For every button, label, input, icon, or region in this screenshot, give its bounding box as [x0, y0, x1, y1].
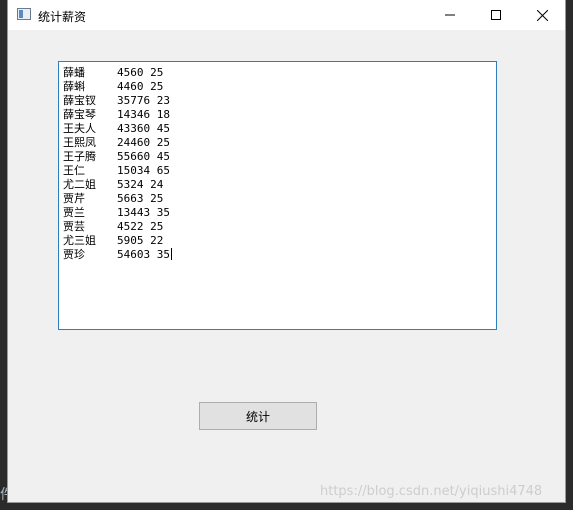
text-line: 王熙凤 24460 25 [63, 136, 492, 150]
employee-salary: 54603 [117, 248, 151, 261]
text-line: 薛蝌 4460 25 [63, 80, 492, 94]
minimize-icon [445, 14, 455, 16]
employee-age: 25 [150, 80, 164, 93]
employee-age: 35 [156, 248, 170, 261]
employee-salary: 15034 [117, 164, 151, 177]
background-editor-strip [0, 0, 8, 510]
text-line: 贾珍 54603 35 [63, 248, 492, 262]
employee-name: 薛蝌 [63, 80, 85, 93]
text-caret [171, 248, 172, 260]
employee-salary: 24460 [117, 136, 151, 149]
app-window-icon [17, 8, 31, 20]
text-line: 贾芹 5663 25 [63, 192, 492, 206]
employee-age: 25 [150, 66, 164, 79]
text-line: 王仁 15034 65 [63, 164, 492, 178]
text-line: 薛宝钗 35776 23 [63, 94, 492, 108]
text-line: 尤二姐 5324 24 [63, 178, 492, 192]
employee-name: 王夫人 [63, 122, 96, 135]
minimize-button[interactable] [427, 0, 473, 30]
title-bar[interactable]: 统计薪资 [8, 0, 565, 30]
employee-salary: 5905 [117, 234, 144, 247]
employee-age: 25 [150, 192, 164, 205]
background-editor-bottom [0, 502, 573, 510]
employee-salary: 5324 [117, 178, 144, 191]
text-line: 王夫人 43360 45 [63, 122, 492, 136]
employee-salary: 4560 [117, 66, 144, 79]
employee-age: 22 [150, 234, 164, 247]
employee-age: 35 [156, 206, 170, 219]
employee-name: 薛宝钗 [63, 94, 96, 107]
maximize-button[interactable] [473, 0, 519, 30]
maximize-icon [491, 10, 501, 20]
window-title: 统计薪资 [38, 10, 87, 24]
text-line: 贾兰 13443 35 [63, 206, 492, 220]
employee-salary: 35776 [117, 94, 151, 107]
employee-salary: 4522 [117, 220, 144, 233]
text-line: 薛宝琴 14346 18 [63, 108, 492, 122]
employee-age: 25 [156, 136, 170, 149]
employee-salary: 5663 [117, 192, 144, 205]
employee-age: 25 [150, 220, 164, 233]
employee-name: 王子腾 [63, 150, 96, 163]
statistics-button[interactable]: 统计 [199, 402, 317, 430]
employee-name: 薛蟠 [63, 66, 85, 79]
employee-name: 薛宝琴 [63, 108, 96, 121]
employee-name: 王仁 [63, 164, 85, 177]
close-icon [536, 9, 548, 21]
employee-name: 贾芸 [63, 220, 85, 233]
employee-name: 尤二姐 [63, 178, 96, 191]
text-line: 薛蟠 4560 25 [63, 66, 492, 80]
text-line: 尤三姐 5905 22 [63, 234, 492, 248]
employee-salary: 43360 [117, 122, 151, 135]
employee-age: 18 [156, 108, 170, 121]
employee-age: 65 [156, 164, 170, 177]
text-line: 贾芸 4522 25 [63, 220, 492, 234]
salary-text-editor[interactable]: 薛蟠 4560 25 薛蝌 4460 25 薛宝钗 35776 23 薛宝琴 14346 18… [58, 61, 497, 330]
employee-salary: 4460 [117, 80, 144, 93]
employee-age: 45 [156, 122, 170, 135]
employee-salary: 55660 [117, 150, 151, 163]
employee-name: 王熙凤 [63, 136, 96, 149]
close-button[interactable] [519, 0, 565, 30]
employee-age: 45 [156, 150, 170, 163]
employee-salary: 14346 [117, 108, 151, 121]
employee-name: 贾兰 [63, 206, 85, 219]
salary-window: 统计薪资 薛蟠 4560 25 薛蝌 4460 25 薛宝钗 35776 23 薛宝琴 143… [8, 0, 565, 502]
employee-age: 23 [156, 94, 170, 107]
employee-name: 贾芹 [63, 192, 85, 205]
employee-name: 尤三姐 [63, 234, 96, 247]
employee-salary: 13443 [117, 206, 151, 219]
text-line: 王子腾 55660 45 [63, 150, 492, 164]
employee-age: 24 [150, 178, 164, 191]
employee-name: 贾珍 [63, 248, 85, 261]
watermark-text: https://blog.csdn.net/yiqiushi4748 [320, 484, 543, 499]
